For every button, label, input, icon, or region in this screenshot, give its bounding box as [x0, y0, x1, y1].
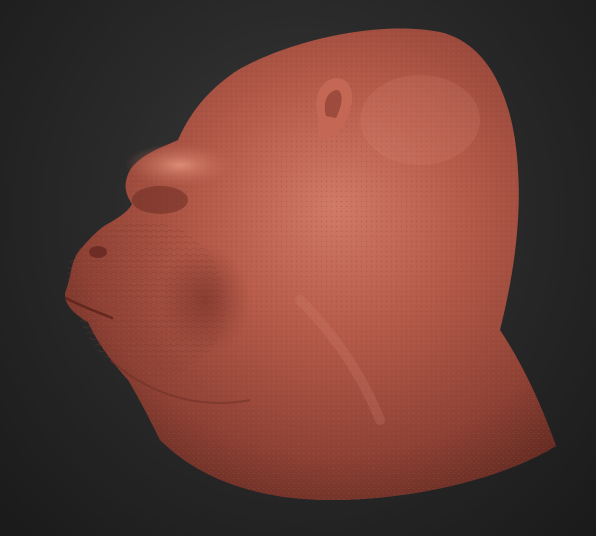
gorilla-head-render [64, 28, 556, 500]
nostril [89, 246, 107, 258]
crown-highlight [360, 75, 480, 165]
brow-ridge [125, 143, 235, 187]
eye-socket [132, 186, 188, 214]
sculpt-viewport [0, 0, 596, 536]
cheek-shadow [160, 245, 250, 355]
